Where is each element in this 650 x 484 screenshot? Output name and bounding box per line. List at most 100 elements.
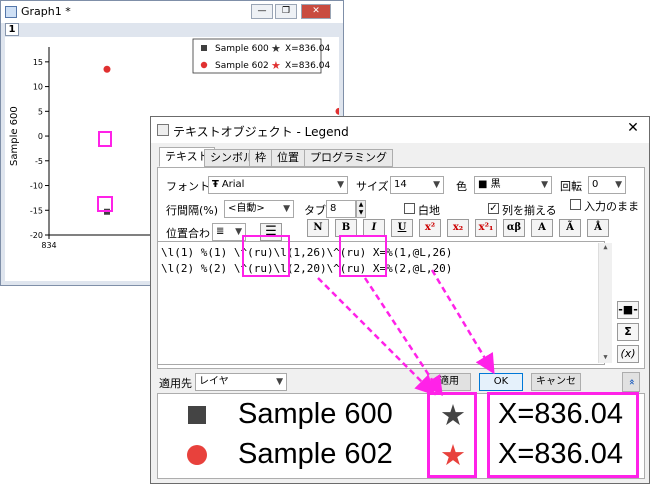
insert-variable-button[interactable]: (x) — [617, 345, 639, 363]
super-subscript-button[interactable]: x²₁ — [475, 219, 497, 237]
insert-sum-button[interactable]: Σ — [617, 323, 639, 341]
code-line-1: \l(1) %(1) \^(ru)\l(1,26)\^(ru) X=%(1,@L… — [161, 246, 453, 259]
position-align-label: 位置合わ — [166, 227, 210, 240]
y-tick-label: -10 — [30, 182, 43, 191]
chevron-down-icon: ▼ — [276, 377, 283, 387]
font-label: フォント — [166, 180, 210, 193]
tab-size-input[interactable]: 8 — [326, 200, 356, 218]
legend-star-602: ★ — [271, 59, 281, 72]
highlight-code-ru-2 — [339, 235, 387, 277]
y-tick-label: -5 — [35, 157, 43, 166]
apply-to-select[interactable]: レイヤ ▼ — [195, 373, 287, 391]
overline-button[interactable]: A — [531, 219, 553, 237]
apply-button[interactable]: 適用 — [427, 373, 471, 391]
apply-to-value: レイヤ — [199, 376, 229, 387]
white-out-label: 白地 — [418, 204, 440, 217]
legend-label-602: Sample 602 — [215, 61, 269, 71]
chevron-down-icon: ▼ — [541, 180, 548, 190]
rotate-select-value: 0 — [592, 179, 599, 190]
preview-circle-marker — [187, 445, 207, 465]
data-point-circle — [103, 65, 111, 73]
highlight-star-602-plot — [98, 131, 112, 147]
alignment-select[interactable]: ≣ ▼ — [212, 223, 246, 241]
input-as-is-checkbox[interactable] — [570, 199, 581, 210]
apply-to-label: 適用先 — [159, 377, 192, 390]
highlight-code-ru-1 — [242, 235, 290, 277]
legend-value-602: X=836.04 — [285, 61, 330, 71]
tab-programming[interactable]: プログラミング — [304, 149, 393, 167]
cancel-button[interactable]: キャンセル — [531, 373, 581, 403]
font-select-value: Arial — [221, 179, 245, 190]
font-select[interactable]: Ŧ Arial ▼ — [208, 176, 348, 194]
legend-value-600: X=836.04 — [285, 44, 330, 54]
superscript-button[interactable]: x² — [419, 219, 441, 237]
data-point-circle — [335, 107, 343, 115]
tab-size-spinner[interactable]: ▲ ▼ — [356, 200, 366, 218]
dialog-title: テキストオブジェクト - Legend — [173, 125, 349, 139]
dialog-close-button[interactable]: ✕ — [623, 120, 643, 136]
tab-frame[interactable]: 枠 — [249, 149, 272, 167]
color-label: 色 — [456, 180, 467, 193]
preview-square-marker — [188, 406, 206, 424]
chevron-down-icon: ▼ — [615, 180, 622, 190]
chevron-down-icon: ▼ — [433, 180, 440, 190]
rotate-label: 回転 — [560, 180, 582, 193]
scroll-down-icon[interactable]: ▼ — [599, 353, 612, 361]
legend-square-marker — [201, 45, 207, 51]
size-label: サイズ — [356, 180, 389, 193]
align-columns-checkbox[interactable]: ✓ — [488, 203, 499, 214]
line-spacing-select[interactable]: <自動> ▼ — [224, 200, 294, 218]
y-tick-label: 0 — [38, 132, 43, 141]
y-tick-label: -15 — [30, 206, 43, 215]
ring-button[interactable]: Å — [587, 219, 609, 237]
chevron-down-icon: ▼ — [337, 180, 344, 190]
layer-tab[interactable]: 1 — [5, 23, 19, 36]
size-select-value: 14 — [394, 179, 407, 190]
legend-star-600: ★ — [271, 42, 281, 55]
legend-circle-marker — [200, 61, 208, 69]
tilde-button[interactable]: Ã — [559, 219, 581, 237]
close-graph-button[interactable]: ✕ — [301, 4, 331, 19]
underline-button[interactable]: U — [391, 219, 413, 237]
size-select[interactable]: 14 ▼ — [390, 176, 444, 194]
highlight-preview-stars — [427, 392, 477, 478]
minimize-button[interactable]: — — [251, 4, 273, 19]
line-spacing-label: 行間隔(%) — [166, 204, 219, 217]
graph-window-icon — [5, 6, 17, 18]
y-tick-label: 10 — [33, 83, 43, 92]
scroll-up-icon[interactable]: ▲ — [599, 243, 612, 251]
legend-label-600: Sample 600 — [215, 44, 269, 54]
code-line-2: \l(2) %(2) \^(ru)\l(2,20)\^(ru) X=%(2,@L… — [161, 262, 453, 275]
rotate-select[interactable]: 0 ▼ — [588, 176, 626, 194]
align-columns-label: 列を揃える — [502, 204, 557, 217]
graph-legend[interactable]: Sample 600 ★ X=836.04 Sample 602 ★ X=836… — [192, 38, 330, 74]
ok-button[interactable]: OK — [479, 373, 523, 391]
x-tick-label: 834 — [41, 241, 56, 250]
dialog-title-bar[interactable]: テキストオブジェクト - Legend ✕ — [151, 117, 649, 143]
chevron-down-icon: ▼ — [235, 227, 242, 237]
y-axis-label: Sample 600 — [9, 106, 20, 166]
restore-button[interactable]: ❐ — [275, 4, 297, 19]
color-select[interactable]: ■ 黒 ▼ — [474, 176, 552, 194]
tab-position[interactable]: 位置 — [271, 149, 305, 167]
preview-label-602: Sample 602 — [238, 438, 393, 470]
insert-symbol-button[interactable]: -■- — [617, 301, 639, 319]
y-tick-label: -20 — [30, 231, 43, 240]
chevron-down-icon: ▼ — [283, 204, 290, 214]
highlight-preview-values — [487, 392, 639, 478]
tab-size-value: 8 — [330, 203, 337, 214]
y-tick-label: 15 — [33, 58, 43, 67]
white-out-checkbox[interactable] — [404, 203, 415, 214]
editor-scrollbar[interactable]: ▲ ▼ — [598, 243, 612, 363]
graph-title-bar[interactable]: Graph1 * — ❐ ✕ — [1, 1, 343, 23]
normal-text-button[interactable]: N — [307, 219, 329, 237]
greek-button[interactable]: αβ — [503, 219, 525, 237]
preview-label-600: Sample 600 — [238, 398, 393, 430]
color-select-value: ■ 黒 — [478, 179, 501, 190]
graph-window-title: Graph1 * — [21, 5, 71, 18]
tab-size-label: タブ — [304, 204, 326, 217]
subscript-button[interactable]: x₂ — [447, 219, 469, 237]
line-spacing-value: <自動> — [228, 203, 265, 214]
collapse-button[interactable]: « — [622, 372, 640, 392]
dialog-icon — [157, 124, 169, 136]
